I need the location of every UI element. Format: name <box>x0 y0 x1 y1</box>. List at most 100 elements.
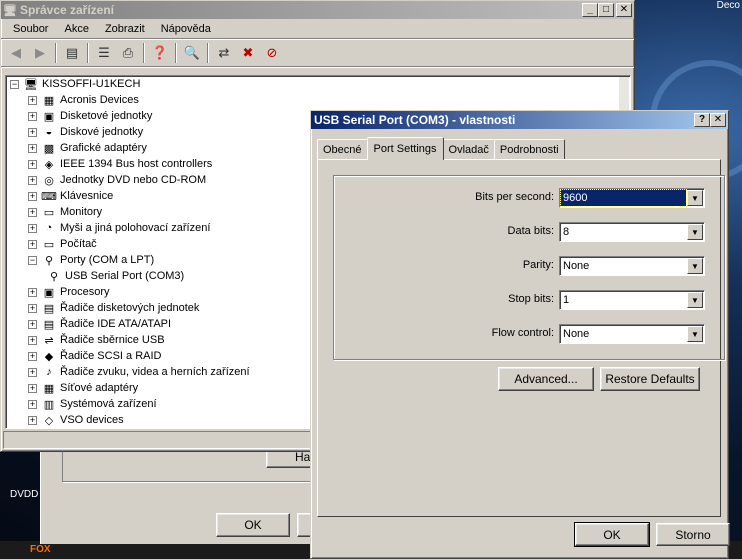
expand-toggle-icon[interactable]: + <box>28 207 37 217</box>
maximize-button[interactable]: □ <box>598 3 614 17</box>
advanced-button[interactable]: Advanced... <box>498 367 594 391</box>
expand-toggle-icon[interactable]: + <box>28 367 37 377</box>
tree-item-label: Myši a jiná polohovací zařízení <box>60 222 211 234</box>
expand-toggle-icon[interactable]: + <box>28 399 37 409</box>
help-icon[interactable]: ❓ <box>151 44 169 62</box>
stop-bits-select[interactable]: 1 ▼ <box>559 290 705 310</box>
chevron-down-icon[interactable]: ▼ <box>687 326 703 342</box>
chevron-down-icon[interactable]: ▼ <box>687 258 703 274</box>
data-bits-label: Data bits: <box>507 225 554 237</box>
minimize-button[interactable]: _ <box>582 3 598 17</box>
tab-port-settings[interactable]: Port Settings <box>366 137 444 160</box>
tree-item-label: Řadiče disketových jednotek <box>60 302 200 314</box>
bits-per-second-select[interactable]: 9600 ▼ <box>559 188 705 208</box>
tree-category-item[interactable]: + ▦ Acronis Devices <box>6 92 630 108</box>
expand-toggle-icon[interactable]: + <box>28 303 37 313</box>
back-arrow-icon[interactable]: ◀ <box>7 44 25 62</box>
chevron-down-icon[interactable]: ▼ <box>687 292 703 308</box>
collapse-toggle-icon[interactable]: − <box>28 255 37 265</box>
expand-toggle-icon[interactable]: + <box>28 127 37 137</box>
tab-strip: Obecné Port Settings Ovladač Podrobnosti <box>317 137 565 160</box>
device-manager-titlebar[interactable]: 🖥 Správce zařízení _ □ ✕ <box>1 1 634 19</box>
tree-item-label: Počítač <box>60 238 97 250</box>
scan-hardware-icon[interactable]: 🔍 <box>183 44 201 62</box>
menu-akce[interactable]: Akce <box>56 23 96 35</box>
uninstall-icon[interactable]: ✖ <box>239 44 257 62</box>
firefox-taskbar-icon[interactable]: FOX <box>30 544 51 555</box>
toolbar-separator <box>143 42 145 63</box>
toolbar-separator <box>87 42 89 63</box>
device-manager-icon: 🖥 <box>3 4 17 17</box>
expand-toggle-icon[interactable]: + <box>28 111 37 121</box>
computer-icon: ▭ <box>43 238 55 251</box>
tab-podrobnosti[interactable]: Podrobnosti <box>493 139 565 159</box>
collapse-toggle-icon[interactable]: − <box>10 79 19 89</box>
tree-item-label: VSO devices <box>60 414 124 426</box>
tree-item-label: Diskové jednotky <box>60 126 144 138</box>
menu-napoveda[interactable]: Nápověda <box>153 23 219 35</box>
mouse-icon: ◔ <box>45 222 53 234</box>
properties-dialog: USB Serial Port (COM3) - vlastnosti ? ✕ … <box>310 110 730 559</box>
ok-button[interactable]: OK <box>574 522 650 547</box>
desktop-icon-label[interactable]: Deco <box>717 0 740 11</box>
tab-obecne[interactable]: Obecné <box>317 139 368 159</box>
close-button[interactable]: ✕ <box>616 3 632 17</box>
port-settings-group: Bits per second: 9600 ▼ Data bits: 8 ▼ P… <box>333 175 725 360</box>
tree-item-label: Řadiče SCSI a RAID <box>60 350 162 362</box>
expand-toggle-icon[interactable]: + <box>28 335 37 345</box>
expand-toggle-icon[interactable]: + <box>28 319 37 329</box>
update-driver-icon[interactable]: ⇄ <box>215 44 233 62</box>
console-tree-icon[interactable]: ▤ <box>63 44 81 62</box>
tab-ovladac[interactable]: Ovladač <box>442 139 495 159</box>
expand-toggle-icon[interactable]: + <box>28 351 37 361</box>
expand-toggle-icon[interactable]: + <box>28 383 37 393</box>
expand-toggle-icon[interactable]: + <box>28 159 37 169</box>
tree-root[interactable]: − 🖥 KISSOFFI-U1KECH <box>6 76 630 92</box>
cdrom-icon: ◎ <box>44 174 54 187</box>
parity-select[interactable]: None ▼ <box>559 256 705 276</box>
network-icon: ▦ <box>43 382 55 395</box>
expand-toggle-icon[interactable]: + <box>28 191 37 201</box>
properties-icon[interactable]: ☰ <box>95 44 113 62</box>
data-bits-select[interactable]: 8 ▼ <box>559 222 705 242</box>
stop-bits-value: 1 <box>563 294 570 306</box>
menu-zobrazit[interactable]: Zobrazit <box>97 23 153 35</box>
forward-arrow-icon[interactable]: ▶ <box>31 44 49 62</box>
tree-item-label: USB Serial Port (COM3) <box>65 270 185 282</box>
background-ok-button[interactable]: OK <box>216 513 290 537</box>
expand-toggle-icon[interactable]: + <box>28 415 37 425</box>
expand-toggle-icon[interactable]: + <box>28 175 37 185</box>
expand-toggle-icon[interactable]: + <box>28 143 37 153</box>
disable-icon[interactable]: ⊘ <box>263 44 281 62</box>
expand-toggle-icon[interactable]: + <box>28 223 37 233</box>
expand-toggle-icon[interactable]: + <box>28 287 37 297</box>
stop-bits-label: Stop bits: <box>508 293 554 305</box>
bits-per-second-label: Bits per second: <box>475 191 554 203</box>
help-button[interactable]: ? <box>694 113 710 127</box>
cancel-button[interactable]: Storno <box>656 523 730 546</box>
menu-soubor[interactable]: Soubor <box>5 23 56 35</box>
chevron-down-icon[interactable]: ▼ <box>687 190 703 206</box>
firewire-icon: ◈ <box>44 158 54 171</box>
print-icon[interactable]: ⎙ <box>119 44 137 62</box>
desktop-dvd-label[interactable]: DVDD <box>10 489 38 500</box>
dialog-close-button[interactable]: ✕ <box>710 113 726 127</box>
chevron-down-icon[interactable]: ▼ <box>687 224 703 240</box>
ide-controller-icon: ▤ <box>43 318 55 331</box>
tree-item-label: Jednotky DVD nebo CD-ROM <box>60 174 207 186</box>
dialog-titlebar[interactable]: USB Serial Port (COM3) - vlastnosti ? ✕ <box>311 111 728 129</box>
floppy-controller-icon: ▤ <box>43 302 55 315</box>
expand-toggle-icon[interactable]: + <box>28 95 37 105</box>
flow-control-value: None <box>563 328 590 340</box>
flow-control-select[interactable]: None ▼ <box>559 324 705 344</box>
tree-item-label: Disketové jednotky <box>60 110 153 122</box>
display-adapter-icon: ▩ <box>43 142 55 155</box>
port-icon: ⚲ <box>44 254 54 267</box>
data-bits-value: 8 <box>563 226 570 238</box>
monitor-icon: ▭ <box>43 206 55 219</box>
restore-defaults-button[interactable]: Restore Defaults <box>600 367 700 391</box>
tree-item-label: Klávesnice <box>60 190 114 202</box>
expand-toggle-icon[interactable]: + <box>28 239 37 249</box>
usb-icon: ⇌ <box>44 334 54 347</box>
tree-item-label: Řadiče sběrnice USB <box>60 334 165 346</box>
